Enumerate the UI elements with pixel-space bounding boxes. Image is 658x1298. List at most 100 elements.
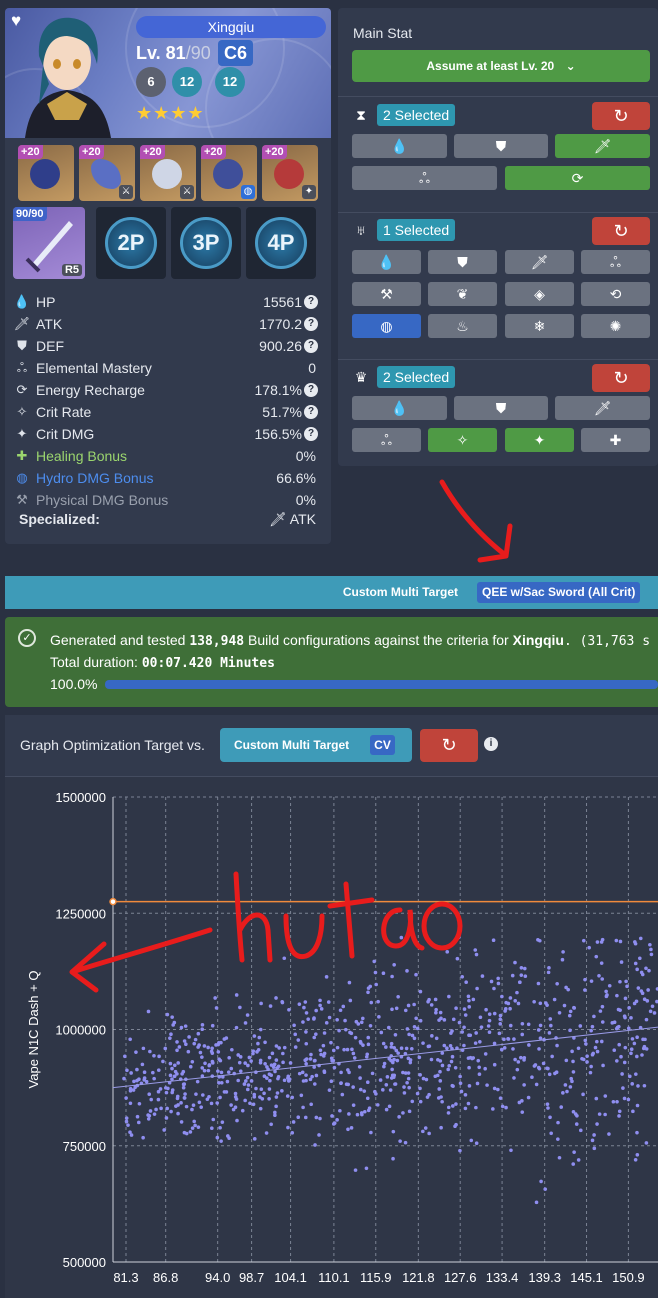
help-icon[interactable]: ? (304, 295, 318, 309)
data-point (287, 1007, 291, 1012)
goblet-electro-option[interactable]: ⟲ (581, 282, 650, 306)
artifact-flower[interactable]: +20 (18, 145, 74, 201)
sands-er-option[interactable]: ⟳ (505, 166, 650, 190)
help-icon[interactable]: ? (304, 405, 318, 419)
data-point (206, 1045, 210, 1050)
assume-level-dropdown[interactable]: Assume at least Lv. 20 ⌄ (352, 50, 650, 82)
data-point (615, 1100, 619, 1104)
help-icon[interactable]: ? (304, 427, 318, 441)
data-point (170, 1077, 174, 1081)
data-point (210, 1051, 215, 1055)
data-point (322, 1070, 327, 1075)
weapon-slot[interactable]: 90/90 R5 (13, 207, 85, 279)
help-icon[interactable]: ? (304, 383, 318, 397)
circlet-def-option[interactable]: ⛊ (454, 396, 548, 420)
data-point (329, 1040, 333, 1045)
sands-reset-button[interactable]: ↻ (592, 102, 650, 130)
circlet-crit-dmg-option[interactable]: ✦ (505, 428, 574, 452)
data-point (293, 1045, 298, 1049)
circlet-reset-button[interactable]: ↻ (592, 364, 650, 392)
crit-dmg-icon: ✦ (533, 432, 546, 448)
circlet-hp-option[interactable]: 💧 (352, 396, 447, 420)
sands-def-option[interactable]: ⛊ (454, 134, 548, 158)
data-point (245, 1013, 250, 1017)
set-slot-2p[interactable]: 2P (96, 207, 166, 279)
data-point (454, 1006, 458, 1011)
atk-icon: 🗡 (268, 511, 287, 527)
artifact-plume[interactable]: +20 ⚔ (79, 145, 135, 201)
goblet-hydro-option[interactable]: ◍ (352, 314, 421, 338)
goblet-geo-option[interactable]: ◈ (505, 282, 574, 306)
data-point (474, 1031, 478, 1035)
goblet-anemo-option[interactable]: ❦ (428, 282, 497, 306)
data-point (312, 1016, 316, 1020)
data-point (510, 973, 515, 978)
goblet-dendro-option[interactable]: ✺ (581, 314, 650, 338)
data-point (196, 1045, 200, 1049)
sands-em-option[interactable]: ஃ (352, 166, 497, 190)
data-point (448, 1043, 453, 1048)
data-point (561, 1091, 565, 1095)
data-point (630, 1037, 635, 1041)
data-point (633, 961, 638, 966)
data-point (339, 1070, 343, 1075)
favorite-heart-icon[interactable]: ♥ (11, 12, 29, 30)
data-point (152, 1053, 156, 1058)
data-point (418, 1099, 423, 1104)
info-icon[interactable]: i (484, 737, 498, 751)
data-point (380, 1088, 385, 1092)
artifact-sands[interactable]: +20 ⚔ (140, 145, 196, 201)
data-point (170, 1015, 174, 1019)
help-icon[interactable]: ? (304, 317, 318, 331)
data-point (348, 1030, 352, 1035)
data-point (382, 1061, 387, 1066)
goblet-physical-option[interactable]: ⚒ (352, 282, 421, 306)
graph-target-button[interactable]: Custom Multi Target CV (220, 728, 412, 762)
data-point (585, 1054, 589, 1058)
data-point (173, 1069, 178, 1074)
data-point (633, 1157, 638, 1162)
set-slot-4p[interactable]: 4P (246, 207, 316, 279)
data-point (397, 1115, 401, 1119)
goblet-reset-button[interactable]: ↻ (592, 217, 650, 245)
data-point (388, 1088, 393, 1092)
help-icon[interactable]: ? (304, 339, 318, 353)
flower-icon (30, 159, 60, 189)
data-point (600, 977, 605, 981)
data-point (254, 1086, 258, 1091)
goblet-pyro-option[interactable]: ♨ (428, 314, 497, 338)
sands-hp-option[interactable]: 💧 (352, 134, 447, 158)
data-point (203, 1061, 207, 1066)
artifact-circlet[interactable]: +20 ✦ (262, 145, 318, 201)
data-point (235, 1118, 239, 1123)
data-point (137, 1101, 142, 1106)
circlet-atk-option[interactable]: 🗡 (555, 396, 650, 420)
goblet-hp-option[interactable]: 💧 (352, 250, 421, 274)
data-point (604, 994, 609, 999)
data-point (571, 1162, 576, 1166)
stat-name: HP (36, 294, 56, 310)
goblet-cryo-option[interactable]: ❄ (505, 314, 574, 338)
sands-atk-option[interactable]: 🗡 (555, 134, 650, 158)
data-point (572, 1150, 576, 1154)
circlet-crit-rate-option[interactable]: ✧ (428, 428, 497, 452)
data-point (649, 947, 653, 952)
data-point (147, 1113, 152, 1118)
goblet-def-option[interactable]: ⛊ (428, 250, 497, 274)
data-point (484, 1007, 488, 1012)
circlet-em-option[interactable]: ஃ (352, 428, 421, 452)
custom-target-bar[interactable]: Custom Multi Target QEE w/Sac Sword (All… (5, 576, 658, 609)
data-point (172, 1074, 177, 1079)
set-slot-3p[interactable]: 3P (171, 207, 241, 279)
data-point (135, 1114, 140, 1119)
goblet-em-option[interactable]: ஃ (581, 250, 650, 274)
artifact-goblet[interactable]: +20 ◍ (201, 145, 257, 201)
circlet-healing-option[interactable]: ✚ (581, 428, 650, 452)
data-point (570, 1079, 574, 1084)
data-point (594, 954, 599, 959)
data-point (519, 1055, 523, 1060)
graph-reset-button[interactable]: ↻ (420, 729, 478, 762)
data-point (169, 1032, 173, 1037)
er-icon: ⟳ (571, 170, 584, 186)
goblet-atk-option[interactable]: 🗡 (505, 250, 574, 274)
